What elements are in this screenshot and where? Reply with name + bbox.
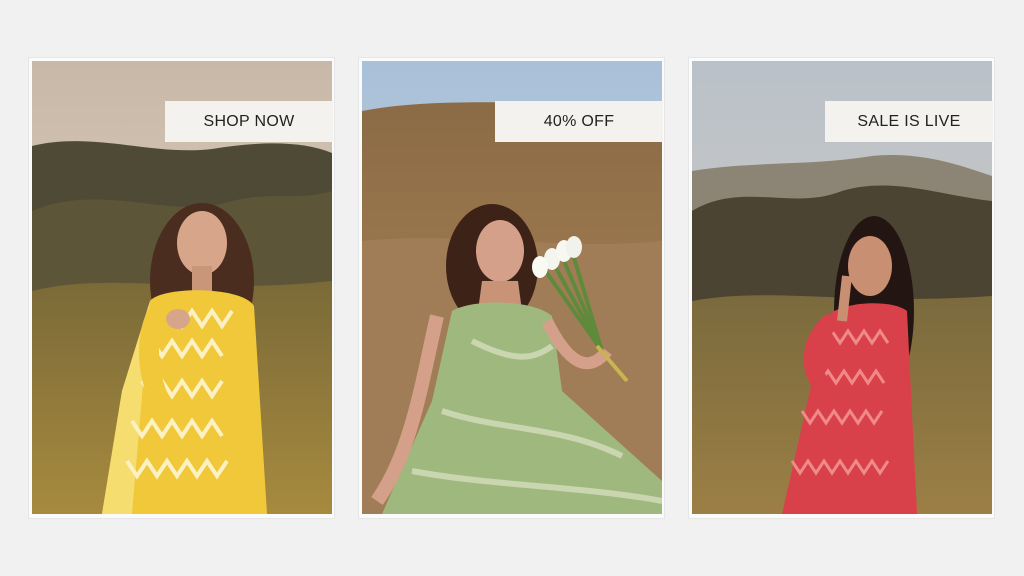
promo-card-sale-is-live[interactable]: SALE IS LIVE <box>689 58 994 518</box>
promo-card-40-off[interactable]: 40% OFF <box>359 58 664 518</box>
shop-now-label[interactable]: SHOP NOW <box>165 101 333 142</box>
promo-cards: SHOP NOW 40% OFF SALE IS LIVE <box>0 0 1024 576</box>
40-off-label[interactable]: 40% OFF <box>495 101 663 142</box>
sale-is-live-label[interactable]: SALE IS LIVE <box>825 101 993 142</box>
promo-card-shop-now[interactable]: SHOP NOW <box>29 58 334 518</box>
